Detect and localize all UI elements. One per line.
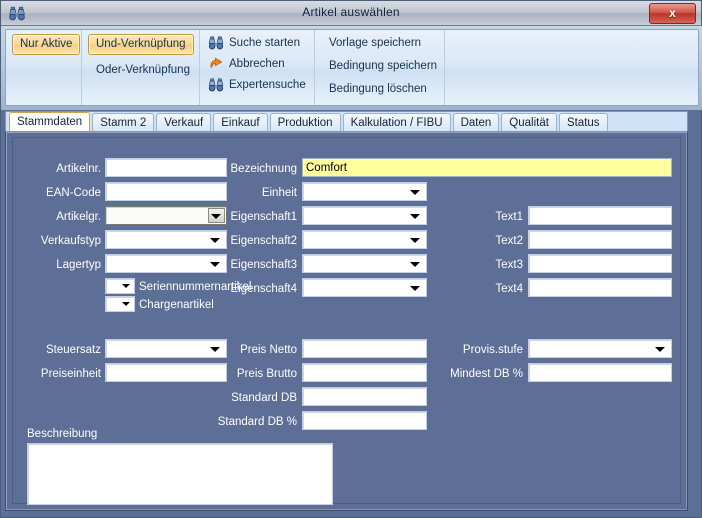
tab-strip: Stammdaten Stamm 2 Verkauf Einkauf Produ… [5,111,688,132]
ribbon-container: Nur Aktive Und-Verknüpfung Oder-Verknüpf… [1,26,702,110]
label-eigenschaft2: Eigenschaft2 [230,235,298,247]
ribbon-group-logic: Und-Verknüpfung Oder-Verknüpfung [82,30,200,105]
label-artikelnr: Artikelnr. [56,163,101,175]
ribbon-group-filter: Nur Aktive [6,30,82,105]
button-expertensuche[interactable]: Expertensuche [206,76,308,94]
tab-verkauf[interactable]: Verkauf [156,113,212,132]
label-provis-stufe: Provis.stufe [462,344,523,356]
tab-daten[interactable]: Daten [452,113,500,132]
button-bedingung-loeschen[interactable]: Bedingung löschen [321,80,438,100]
tab-qualitaet[interactable]: Qualität [501,113,557,132]
chevron-down-icon [410,261,420,267]
input-text4[interactable] [528,278,672,297]
chevron-down-icon [122,284,130,288]
label-text4: Text4 [495,283,524,295]
chevron-down-icon [410,189,420,195]
input-text1[interactable] [528,206,672,225]
button-abbrechen[interactable]: Abbrechen [206,55,308,73]
tab-einkauf[interactable]: Einkauf [213,113,268,132]
button-bedingung-speichern[interactable]: Bedingung speichern [321,57,438,77]
button-label: Expertensuche [229,79,306,91]
input-mindest-db-prozent[interactable] [528,363,672,382]
label-text3: Text3 [495,259,524,271]
ribbon-group-search: Suche starten Abbrechen Expertensuche [200,30,315,105]
input-preis-brutto[interactable] [302,363,427,382]
label-text1: Text1 [495,211,524,223]
toggle-oder-verknuepfung[interactable]: Oder-Verknüpfung [88,60,198,81]
label-verkaufstyp: Verkaufstyp [40,235,101,247]
label-mindest-db-prozent: Mindest DB % [450,368,523,380]
input-ean-code[interactable] [105,182,227,201]
ribbon-group-template: Vorlage speichern Bedingung speichern Be… [315,30,445,105]
form-area: Artikelnr. EAN-Code Artikelgr. Verkaufst… [12,137,681,505]
chevron-down-icon [122,302,130,306]
undo-arrow-icon [208,56,224,72]
chevron-down-icon [410,213,420,219]
tab-status[interactable]: Status [558,113,608,132]
input-text2[interactable] [528,230,672,249]
input-bezeichnung[interactable] [302,158,672,177]
label-bezeichnung: Bezeichnung [230,163,298,175]
input-standard-db-prozent[interactable] [302,411,427,430]
label-eigenschaft3: Eigenschaft3 [230,259,298,271]
label-einheit: Einheit [261,187,297,199]
binoculars-icon [208,77,224,93]
label-lagertyp: Lagertyp [56,259,101,271]
close-button[interactable]: x [649,3,696,24]
label-beschreibung: Beschreibung [27,428,98,440]
label-steuersatz: Steuersatz [46,344,101,356]
content-panel: Artikelnr. EAN-Code Artikelgr. Verkaufst… [5,131,688,511]
button-label: Suche starten [229,37,300,49]
textarea-beschreibung[interactable] [27,443,333,505]
label-preis-netto: Preis Netto [240,344,297,356]
label-standard-db: Standard DB [231,392,297,404]
label-ean-code: EAN-Code [46,187,101,199]
application-window: Artikel auswählen x Nur Aktive Und-Verkn… [0,0,702,518]
label-artikelgr: Artikelgr. [56,211,101,223]
combo-einheit[interactable] [302,182,427,201]
tab-kalkulation-fibu[interactable]: Kalkulation / FIBU [342,113,451,132]
title-bar: Artikel auswählen x [1,1,701,26]
label-text2: Text2 [495,235,524,247]
label-chargenartikel: Chargenartikel [139,299,214,311]
combo-provis-stufe[interactable] [528,339,672,358]
input-artikelnr[interactable] [105,158,227,177]
binoculars-icon [208,35,224,51]
ribbon-empty-area [445,30,698,105]
combo-eigenschaft4[interactable] [302,278,427,297]
toggle-nur-aktive[interactable]: Nur Aktive [12,34,81,55]
tab-stammdaten[interactable]: Stammdaten [9,112,91,132]
chevron-down-icon [655,346,665,352]
tab-stamm-2[interactable]: Stamm 2 [92,113,155,132]
input-text3[interactable] [528,254,672,273]
label-eigenschaft1: Eigenschaft1 [230,211,298,223]
ribbon: Nur Aktive Und-Verknüpfung Oder-Verknüpf… [5,29,699,106]
button-label: Abbrechen [229,58,285,70]
toggle-und-verknuepfung[interactable]: Und-Verknüpfung [88,34,194,55]
window-frame: Artikel auswählen x Nur Aktive Und-Verkn… [0,0,702,518]
input-standard-db[interactable] [302,387,427,406]
chevron-down-icon [410,285,420,291]
tab-produktion[interactable]: Produktion [269,113,341,132]
input-preis-netto[interactable] [302,339,427,358]
button-suche-starten[interactable]: Suche starten [206,34,308,52]
button-vorlage-speichern[interactable]: Vorlage speichern [321,34,438,54]
combo-chargenartikel[interactable] [105,296,135,312]
label-standard-db-prozent: Standard DB % [217,416,297,428]
chevron-down-icon [410,237,420,243]
combo-eigenschaft3[interactable] [302,254,427,273]
combo-eigenschaft1[interactable] [302,206,427,225]
label-preiseinheit: Preiseinheit [40,368,101,380]
label-eigenschaft4: Eigenschaft4 [230,283,298,295]
combo-seriennummernartikel[interactable] [105,278,135,294]
combo-eigenschaft2[interactable] [302,230,427,249]
label-preis-brutto: Preis Brutto [236,368,297,380]
window-title: Artikel auswählen [302,5,400,19]
